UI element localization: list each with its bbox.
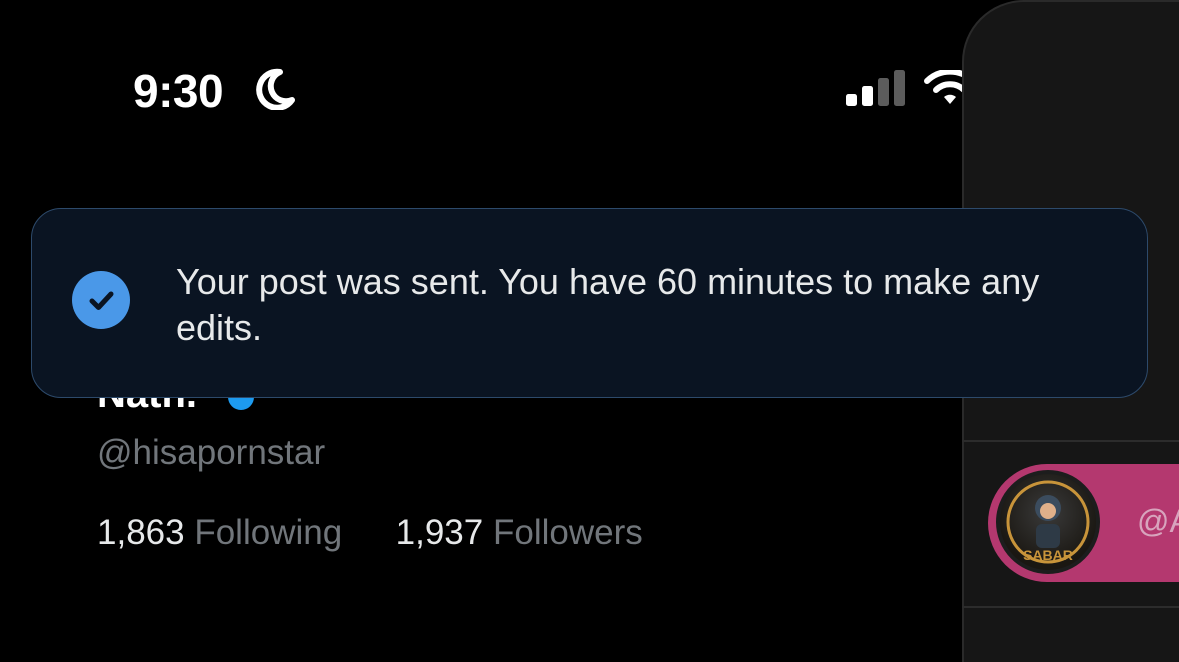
post-sent-toast[interactable]: Your post was sent. You have 60 minutes … [31,208,1148,398]
check-circle-icon [72,271,130,329]
avatar-image: SABAR [1006,480,1090,564]
following-label: Following [194,513,343,552]
following-count: 1,863 [97,513,185,552]
moon-icon [256,68,295,110]
status-time: 9:30 [133,65,224,117]
cellular-signal-icon [846,70,905,106]
side-divider [962,606,1179,608]
followers-count: 1,937 [395,513,484,552]
profile-stats: 1,863 Following 1,937 Followers [97,513,643,553]
side-divider [962,440,1179,442]
following-link[interactable]: 1,863 Following [97,513,352,552]
profile-handle: @hisapornstar [97,433,326,472]
followers-link[interactable]: 1,937 Followers [396,513,643,552]
account-avatar[interactable]: SABAR [996,470,1100,574]
followers-label: Followers [492,513,643,552]
toast-message: Your post was sent. You have 60 minutes … [176,261,1040,348]
avatar-text: SABAR [1023,547,1073,563]
account-handle[interactable]: @A [1137,503,1179,540]
